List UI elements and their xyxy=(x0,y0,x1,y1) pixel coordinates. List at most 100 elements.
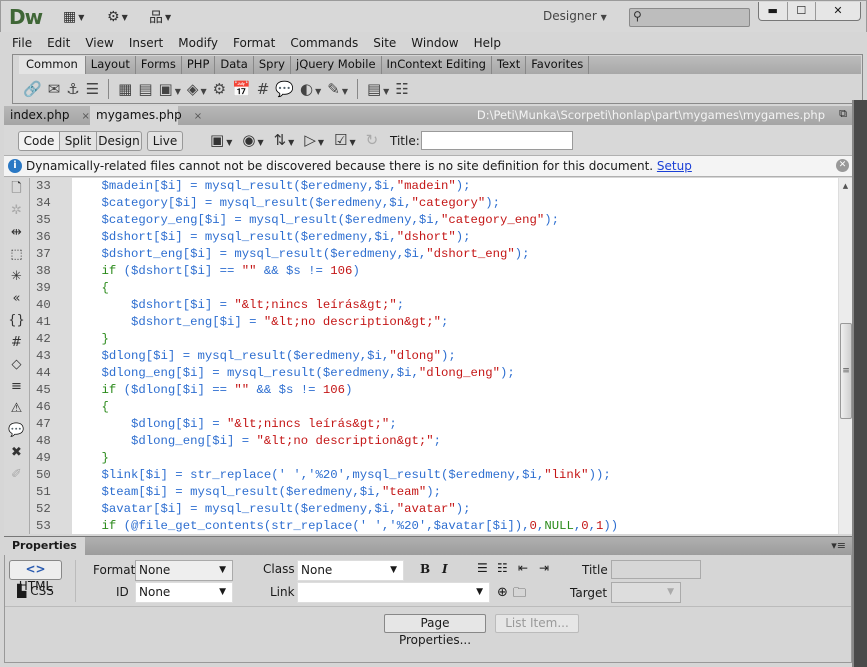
apply-comment-icon[interactable]: 💬 xyxy=(4,420,29,442)
tab-index-php[interactable]: index.php × xyxy=(4,106,90,125)
design-view-button[interactable]: Design xyxy=(96,131,142,151)
page-properties-button[interactable]: Page Properties... xyxy=(384,614,486,647)
indent-icon[interactable]: ⇥ xyxy=(539,561,549,575)
close-icon[interactable]: × xyxy=(81,111,89,122)
code-line[interactable]: $category_eng[$i] = mysql_result($eredme… xyxy=(72,212,838,229)
expand-all-icon[interactable]: ✳ xyxy=(4,266,29,288)
code-line[interactable]: $dlong[$i] = mysql_result($eredmeny,$i,"… xyxy=(72,348,838,365)
code-line[interactable]: $avatar[$i] = mysql_result($eredmeny,$i,… xyxy=(72,501,838,518)
refresh-icon[interactable]: ↻ xyxy=(366,131,379,149)
unordered-list-icon[interactable]: ☰ xyxy=(477,561,488,575)
site-icon[interactable]: 品 ▼ xyxy=(149,8,171,26)
email-link-icon[interactable]: ✉ xyxy=(48,80,61,98)
file-management-icon[interactable]: ⇅ ▼ xyxy=(274,131,295,149)
head-icon[interactable]: ◐ ▼ xyxy=(300,80,321,98)
bold-button[interactable]: B xyxy=(420,562,430,576)
link-input[interactable]: ▼ xyxy=(297,582,490,603)
list-item-button[interactable]: List Item... xyxy=(495,614,579,633)
code-line[interactable]: { xyxy=(72,399,838,416)
tag-chooser-icon[interactable]: ☷ xyxy=(395,80,408,98)
images-icon[interactable]: ▣ ▼ xyxy=(159,80,181,98)
menu-view[interactable]: View xyxy=(85,36,113,50)
tab-favorites[interactable]: Favorites xyxy=(526,56,590,74)
scroll-thumb[interactable]: ≡ xyxy=(840,323,852,419)
close-button[interactable]: ✕ xyxy=(816,2,860,20)
script-icon[interactable]: ✎ ▼ xyxy=(327,80,348,98)
highlight-invalid-code-icon[interactable]: ◇ xyxy=(4,354,29,376)
html-mode-button[interactable]: <> HTML xyxy=(9,560,62,593)
layout-icon[interactable]: ▦ ▼ xyxy=(63,8,84,26)
open-documents-icon[interactable]: 🗋 xyxy=(4,178,29,200)
templates-icon[interactable]: ▤ ▼ xyxy=(367,80,389,98)
tab-data[interactable]: Data xyxy=(215,56,254,74)
tab-layout[interactable]: Layout xyxy=(86,56,136,74)
close-info-icon[interactable]: ✕ xyxy=(836,159,849,172)
date-icon[interactable]: 📅 xyxy=(232,80,251,98)
hyperlink-icon[interactable]: 🔗 xyxy=(23,80,42,98)
code-line[interactable]: } xyxy=(72,331,838,348)
code-line[interactable]: $dshort_eng[$i] = "&lt;no description&gt… xyxy=(72,314,838,331)
collapse-full-tag-icon[interactable]: ⇹ xyxy=(4,222,29,244)
tab-spry[interactable]: Spry xyxy=(254,56,291,74)
code-line[interactable]: } xyxy=(72,450,838,467)
word-wrap-icon[interactable]: ≡ xyxy=(4,376,29,398)
named-anchor-icon[interactable]: ⚓ xyxy=(66,80,79,98)
code-line[interactable]: if (@file_get_contents(str_replace(' ','… xyxy=(72,518,838,534)
properties-tab[interactable]: Properties xyxy=(4,537,85,556)
target-select[interactable]: ▼ xyxy=(611,582,681,603)
collapse-selection-icon[interactable]: ⬚ xyxy=(4,244,29,266)
title-input[interactable] xyxy=(611,560,701,579)
setup-link[interactable]: Setup xyxy=(657,159,692,173)
code-line[interactable]: if ($dlong[$i] == "" && $s != 106) xyxy=(72,382,838,399)
horizontal-rule-icon[interactable]: ☰ xyxy=(86,80,99,98)
menu-format[interactable]: Format xyxy=(233,36,275,50)
balance-braces-icon[interactable]: {} xyxy=(4,310,29,332)
menu-commands[interactable]: Commands xyxy=(290,36,358,50)
browse-folder-icon[interactable]: 🗀 xyxy=(513,584,526,606)
show-code-navigator-icon[interactable]: ✲ xyxy=(4,200,29,222)
split-view-button[interactable]: Split xyxy=(59,131,97,151)
server-side-include-icon[interactable]: # xyxy=(257,80,270,98)
point-to-file-icon[interactable]: ⊕ xyxy=(497,585,508,600)
syntax-error-alerts-icon[interactable]: ⚠ xyxy=(4,398,29,420)
tab-text[interactable]: Text xyxy=(492,56,527,74)
maximize-button[interactable]: ☐ xyxy=(788,2,816,20)
italic-button[interactable]: I xyxy=(442,562,448,576)
comment-icon[interactable]: 💬 xyxy=(275,80,294,98)
gear-icon[interactable]: ⚙ ▼ xyxy=(107,8,128,26)
code-line[interactable]: $dlong[$i] = "&lt;nincs leírás&gt;"; xyxy=(72,416,838,433)
code-editor[interactable]: $madein[$i] = mysql_result($eredmeny,$i,… xyxy=(72,178,838,534)
code-view-button[interactable]: Code xyxy=(18,131,60,151)
menu-file[interactable]: File xyxy=(12,36,32,50)
check-browser-icon[interactable]: ☑ ▼ xyxy=(334,131,356,149)
code-line[interactable]: $dshort[$i] = "&lt;nincs leírás&gt;"; xyxy=(72,297,838,314)
line-numbers-icon[interactable]: # xyxy=(4,332,29,354)
menu-help[interactable]: Help xyxy=(474,36,501,50)
code-line[interactable]: if ($dshort[$i] == "" && $s != 106) xyxy=(72,263,838,280)
code-line[interactable]: $dshort_eng[$i] = mysql_result($eredmeny… xyxy=(72,246,838,263)
restore-icon[interactable]: ⧉ xyxy=(839,107,847,121)
ordered-list-icon[interactable]: ☷ xyxy=(497,561,508,575)
document-title-input[interactable] xyxy=(421,131,573,150)
tab-php[interactable]: PHP xyxy=(182,56,216,74)
media-icon[interactable]: ◈ ▼ xyxy=(187,80,207,98)
preview-browser-icon[interactable]: ◉ ▼ xyxy=(242,131,263,149)
wrap-tag-icon[interactable]: ✐ xyxy=(4,464,29,486)
tab-forms[interactable]: Forms xyxy=(136,56,182,74)
panel-options-icon[interactable]: ▾≡ xyxy=(831,539,846,552)
code-line[interactable]: { xyxy=(72,280,838,297)
tab-common[interactable]: Common xyxy=(19,56,86,74)
close-icon[interactable]: × xyxy=(194,111,202,122)
workspace-switcher[interactable]: Designer ▼ xyxy=(543,9,607,23)
menu-insert[interactable]: Insert xyxy=(129,36,163,50)
outdent-icon[interactable]: ⇤ xyxy=(518,561,528,575)
code-line[interactable]: $madein[$i] = mysql_result($eredmeny,$i,… xyxy=(72,178,838,195)
menu-edit[interactable]: Edit xyxy=(47,36,70,50)
w3c-validation-icon[interactable]: ▷ ▼ xyxy=(304,131,324,149)
minimize-button[interactable]: ▬ xyxy=(759,2,788,20)
vertical-scrollbar[interactable]: ▲ ≡ xyxy=(838,178,852,534)
menu-site[interactable]: Site xyxy=(373,36,396,50)
insert-div-icon[interactable]: ▤ xyxy=(138,80,152,98)
css-mode-button[interactable]: ▙ CSS xyxy=(9,583,62,602)
tab-mygames-php[interactable]: mygames.php × xyxy=(90,106,202,125)
